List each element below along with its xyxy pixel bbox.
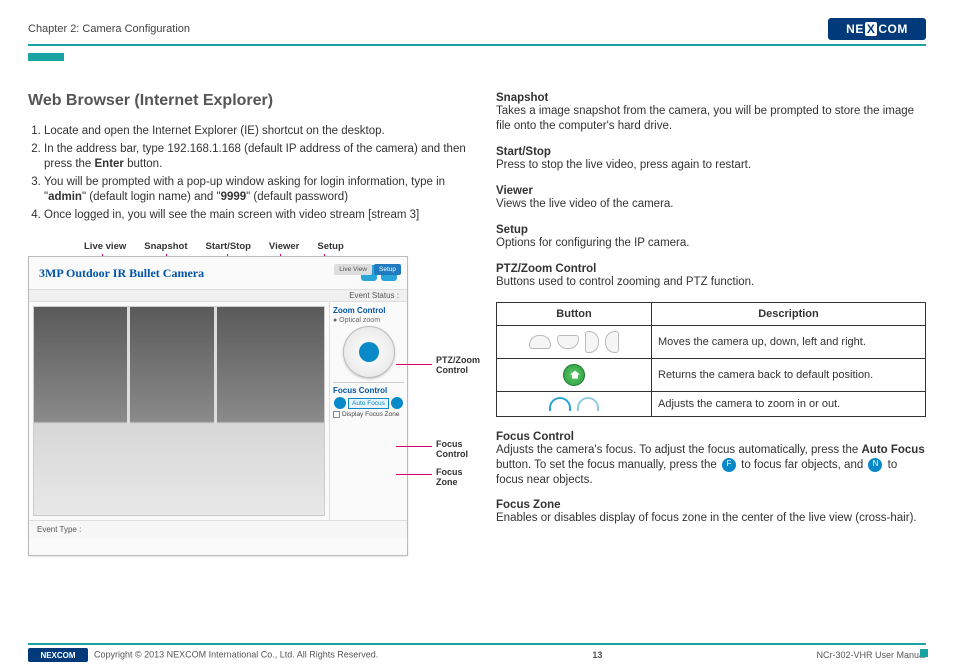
- copyright: Copyright © 2013 NEXCOM International Co…: [94, 650, 378, 660]
- annot-ptz: PTZ/Zoom Control: [436, 356, 480, 376]
- annot-focus-control: Focus Control: [436, 440, 468, 460]
- footer-logo: NEXCOM: [28, 648, 88, 662]
- step-2: In the address bar, type 192.168.1.168 (…: [44, 142, 468, 173]
- focus-far-button[interactable]: [334, 397, 346, 409]
- setup-desc: Options for configuring the IP camera.: [496, 236, 926, 251]
- focus-near-icon: N: [868, 458, 882, 472]
- down-arrow-icon: [557, 335, 579, 349]
- page-title: Web Browser (Internet Explorer): [28, 92, 468, 110]
- th-button: Button: [497, 302, 652, 325]
- dir-buttons-cell: [503, 331, 645, 353]
- event-status: Event Status :: [29, 289, 407, 302]
- video-area: [33, 306, 325, 516]
- th-desc: Description: [652, 302, 926, 325]
- page-footer: NEXCOM Copyright © 2013 NEXCOM Internatio…: [28, 643, 926, 662]
- ptz-desc: Buttons used to control zooming and PTZ …: [496, 275, 926, 290]
- focus-far-icon: F: [722, 458, 736, 472]
- startstop-desc: Press to stop the live video, press agai…: [496, 158, 926, 173]
- right-arrow-icon: [605, 331, 619, 353]
- row2-desc: Returns the camera back to default posit…: [652, 358, 926, 391]
- page-number: 13: [592, 650, 602, 660]
- doc-name: NCr-302-VHR User Manual: [816, 650, 926, 660]
- startstop-heading: Start/Stop: [496, 146, 926, 158]
- home-icon: [563, 364, 585, 386]
- setup-heading: Setup: [496, 224, 926, 236]
- viewer-desc: Views the live video of the camera.: [496, 197, 926, 212]
- chapter-label: Chapter 2: Camera Configuration: [28, 23, 190, 35]
- focuszone-heading: Focus Zone: [496, 499, 926, 511]
- step-4: Once logged in, you will see the main sc…: [44, 208, 468, 224]
- focuszone-desc: Enables or disables display of focus zon…: [496, 511, 926, 526]
- page-edge-decoration: [920, 649, 928, 657]
- event-type-footer: Event Type :: [29, 520, 407, 538]
- row3-desc: Adjusts the camera to zoom in or out.: [652, 391, 926, 416]
- callout-labels: Live view Snapshot Start/Stop Viewer Set…: [84, 241, 468, 252]
- step-3: You will be prompted with a pop-up windo…: [44, 175, 468, 206]
- left-arrow-icon: [585, 331, 599, 353]
- setup-button[interactable]: Setup: [374, 264, 401, 275]
- tab-strip: [28, 48, 926, 56]
- focus-near-button[interactable]: [391, 397, 403, 409]
- zoom-out-icon: [577, 397, 599, 411]
- zoom-control-title: Zoom Control: [333, 306, 404, 315]
- step-1: Locate and open the Internet Explorer (I…: [44, 124, 468, 140]
- autofocus-button[interactable]: Auto Focus: [348, 398, 389, 409]
- logo: NEXCOM: [828, 18, 926, 40]
- ptz-heading: PTZ/Zoom Control: [496, 263, 926, 275]
- optical-zoom-option[interactable]: ● Optical zoom: [333, 317, 404, 324]
- focuscontrol-heading: Focus Control: [496, 431, 926, 443]
- header-rule: [28, 44, 926, 46]
- row1-desc: Moves the camera up, down, left and righ…: [652, 325, 926, 358]
- button-table: ButtonDescription Moves the camera up, d…: [496, 302, 926, 417]
- focuscontrol-desc: Adjusts the camera's focus. To adjust th…: [496, 443, 926, 488]
- app-screenshot: 3MP Outdoor IR Bullet Camera Live View S…: [28, 256, 408, 556]
- display-focus-zone[interactable]: Display Focus Zone: [333, 411, 404, 418]
- focus-control-title: Focus Control: [333, 386, 404, 395]
- up-arrow-icon: [529, 335, 551, 349]
- snapshot-heading: Snapshot: [496, 92, 926, 104]
- viewer-heading: Viewer: [496, 185, 926, 197]
- ptz-joystick[interactable]: [343, 326, 395, 378]
- liveview-button[interactable]: Live View: [334, 264, 372, 275]
- instruction-list: Locate and open the Internet Explorer (I…: [28, 124, 468, 223]
- annot-focus-zone: Focus Zone: [436, 468, 468, 488]
- snapshot-desc: Takes a image snapshot from the camera, …: [496, 104, 926, 134]
- zoom-in-icon: [549, 397, 571, 411]
- camera-title: 3MP Outdoor IR Bullet Camera: [39, 266, 204, 281]
